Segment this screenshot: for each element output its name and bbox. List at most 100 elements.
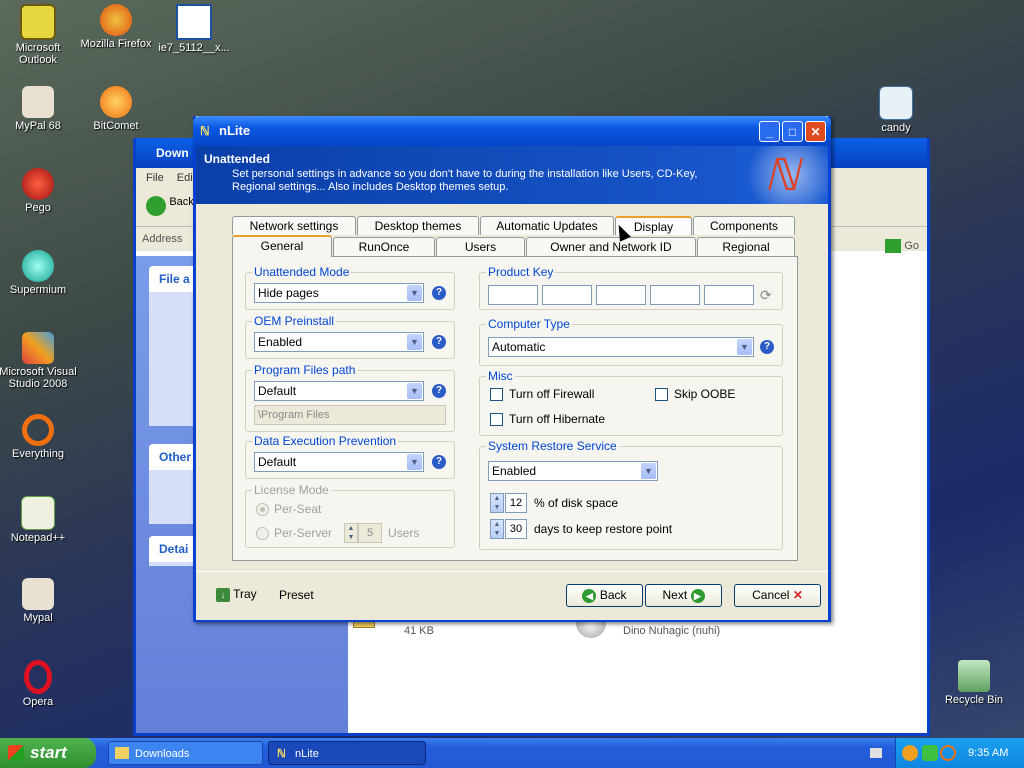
nlite-icon: ℕ [277,748,286,760]
tray-app-icon[interactable] [922,745,938,761]
tray-app-icon[interactable] [902,745,918,761]
desktop-icon-notepadpp[interactable]: Notepad++ [0,496,78,544]
back-label: Back [599,588,627,602]
tab-automatic-updates[interactable]: Automatic Updates [480,216,614,235]
users-spinner[interactable]: ▲ ▼ [344,523,358,543]
product-key-field-3[interactable] [596,285,646,305]
next-button[interactable]: Next ▶ [645,584,722,607]
restore-days-input[interactable]: 30 [505,519,527,539]
desktop-icon-outlook[interactable]: Microsoft Outlook [0,4,78,66]
product-key-field-1[interactable] [488,285,538,305]
taskbar-item-nlite[interactable]: ℕ nLite [268,741,426,765]
desktop-icon-mypal[interactable]: Mypal [0,578,78,624]
task-label: nLite [295,748,319,760]
disk-space-spinner[interactable]: ▲ ▼ [490,493,504,513]
next-label: Next [662,588,688,602]
desktop-icon-visual-studio[interactable]: Microsoft Visual Studio 2008 [0,332,78,390]
disk-space-input[interactable]: 12 [505,493,527,513]
desktop-icon-label: Mozilla Firefox [80,38,152,50]
restore-days-spinner[interactable]: ▲ ▼ [490,519,504,539]
users-count-input[interactable]: 5 [358,523,382,543]
tray-search-icon[interactable] [940,745,956,761]
per-seat-radio[interactable] [256,503,269,516]
product-key-field-4[interactable] [650,285,700,305]
keyboard-icon[interactable] [870,748,882,758]
group-legend: Product Key [486,265,556,279]
back-button[interactable]: ◀ Back [566,584,643,607]
tab-network-settings[interactable]: Network settings [232,216,356,235]
help-icon[interactable]: ? [760,340,774,354]
close-button[interactable]: ✕ [805,121,826,142]
explorer-back-button[interactable]: Back [169,196,193,208]
cancel-button[interactable]: Cancel ✕ [734,584,821,607]
desktop-icon-supermium[interactable]: Supermium [0,250,78,296]
desktop-icon-label: ie7_5112__x... [158,42,230,54]
program-files-select[interactable]: Default ▼ [254,381,424,401]
desktop-icon-mypal68[interactable]: MyPal 68 [0,86,78,132]
oem-preinstall-group: OEM Preinstall Enabled ▼ ? [245,314,455,359]
tab-owner-network-id[interactable]: Owner and Network ID [526,237,696,256]
tray-button[interactable]: ↓ Tray [216,587,257,602]
desktop-icon-pego[interactable]: Pego [0,168,78,214]
cancel-label: Cancel [752,588,790,602]
disk-space-label: % of disk space [534,496,619,510]
opera-icon [24,660,52,694]
windows-logo-icon [8,745,24,761]
dep-select[interactable]: Default ▼ [254,452,424,472]
turn-off-firewall-checkbox[interactable] [490,388,503,401]
program-files-path-input[interactable]: \Program Files [254,405,446,425]
tab-runonce[interactable]: RunOnce [333,237,435,256]
desktop-icon-label: MyPal 68 [15,120,61,132]
notepadpp-icon [21,496,55,530]
outlook-icon [20,4,56,40]
product-key-field-5[interactable] [704,285,754,305]
help-icon[interactable]: ? [432,286,446,300]
desktop-icon-opera[interactable]: Opera [0,660,78,708]
tray-label: Tray [233,587,257,601]
title-bar[interactable]: ℕ nLite _ □ ✕ [193,116,831,146]
desktop-icon-firefox[interactable]: Mozilla Firefox [76,4,156,50]
refresh-icon[interactable]: ⟳ [760,287,776,303]
go-button[interactable]: Go [885,234,919,258]
help-icon[interactable]: ? [432,384,446,398]
system-restore-group: System Restore Service Enabled ▼ ▲ ▼ 12 %… [479,439,783,550]
product-key-field-2[interactable] [542,285,592,305]
turn-off-hibernate-checkbox[interactable] [490,413,503,426]
menu-edit[interactable]: Edi [177,172,193,184]
visual-studio-icon [22,332,54,364]
preset-button[interactable]: Preset [279,588,314,602]
minimize-button[interactable]: _ [759,121,780,142]
desktop-icon-recycle-bin[interactable]: Recycle Bin [934,660,1014,706]
maximize-button[interactable]: □ [782,121,803,142]
select-value: Default [258,384,297,398]
oem-preinstall-select[interactable]: Enabled ▼ [254,332,424,352]
desktop-icon-everything[interactable]: Everything [0,414,78,460]
unattended-mode-group: Unattended Mode Hide pages ▼ ? [245,265,455,310]
help-icon[interactable]: ? [432,335,446,349]
computer-type-select[interactable]: Automatic ▼ [488,337,754,357]
group-legend: Data Execution Prevention [252,434,399,448]
clock[interactable]: 9:35 AM [968,738,1008,768]
chevron-down-icon: ▼ [407,383,422,399]
menu-file[interactable]: File [146,172,164,184]
desktop-icon-ie7[interactable]: ie7_5112__x... [154,4,234,54]
unattended-mode-select[interactable]: Hide pages ▼ [254,283,424,303]
skip-oobe-label: Skip OOBE [674,387,736,401]
desktop-icon-bitcomet[interactable]: BitComet [76,86,156,132]
taskbar-item-downloads[interactable]: Downloads [108,741,263,765]
per-server-radio[interactable] [256,527,269,540]
recycle-bin-icon [958,660,990,692]
system-restore-select[interactable]: Enabled ▼ [488,461,658,481]
help-icon[interactable]: ? [432,455,446,469]
page-description: Set personal settings in advance so you … [232,168,698,193]
address-label: Address [142,233,183,245]
tab-components[interactable]: Components [693,216,795,235]
desktop-icon-candy[interactable]: candy [856,86,936,134]
tab-regional[interactable]: Regional [697,237,795,256]
tab-general[interactable]: General [232,235,332,257]
tab-desktop-themes[interactable]: Desktop themes [357,216,479,235]
mypal-icon [22,86,54,118]
tab-users[interactable]: Users [436,237,525,256]
skip-oobe-checkbox[interactable] [655,388,668,401]
pego-icon [22,168,54,200]
